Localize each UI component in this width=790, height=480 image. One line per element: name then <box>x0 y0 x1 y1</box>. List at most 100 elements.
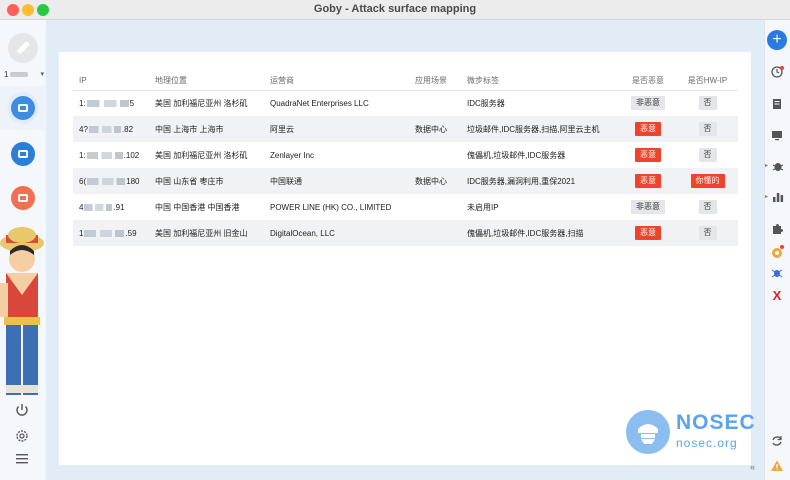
table-row[interactable]: 1.59 美国 加利福尼亚州 旧金山 DigitalOcean, LLC 傀儡机… <box>73 220 738 246</box>
tags-cell: 垃圾邮件,IDC服务器,扫描,阿里云主机 <box>461 116 619 142</box>
isp-cell: Zenlayer Inc <box>270 150 315 160</box>
monitor-icon[interactable] <box>770 128 784 142</box>
table-row[interactable]: 4? .82 中国 上海市 上海市 阿里云 数据中心 垃圾邮件,IDC服务器,扫描… <box>73 116 738 142</box>
ip-head: 1: <box>79 150 86 160</box>
puzzle-icon[interactable] <box>770 222 784 236</box>
hw-badge: 否 <box>698 122 717 136</box>
malicious-badge: 恶意 <box>635 226 661 240</box>
ip-cell: 1: .102 <box>73 142 149 168</box>
avatar[interactable] <box>8 33 38 63</box>
malicious-cell: 恶意 <box>619 116 677 142</box>
tags-cell: IDC服务器 <box>467 98 505 108</box>
table-body: 1: 5 美国 加利福尼亚州 洛杉矶 QuadraNet Enterprises … <box>73 90 738 246</box>
ip-tail: .82 <box>121 124 134 134</box>
hw-cell: 否 <box>677 220 738 246</box>
location-cell: 美国 加利福尼亚州 洛杉矶 <box>155 150 248 160</box>
col-scene: 应用场景 <box>409 72 461 91</box>
malicious-cell: 恶意 <box>619 220 677 246</box>
refresh-icon[interactable] <box>770 434 784 448</box>
isp-cell: POWER LINE (HK) CO., LIMITED <box>270 202 392 212</box>
hw-cell: 否 <box>677 194 738 220</box>
isp-cell: 阿里云 <box>264 116 409 142</box>
malicious-badge: 非恶意 <box>631 200 665 214</box>
scene-cell: 数据中心 <box>409 168 461 194</box>
location-cell: 美国 加利福尼亚州 旧金山 <box>149 220 264 246</box>
location-cell: 中国 上海市 上海市 <box>149 116 264 142</box>
user-prefix: 1 <box>4 69 9 79</box>
ip-head: 1 <box>79 228 84 238</box>
ip-cell: 4? .82 <box>73 116 149 142</box>
chevron-down-icon: ▾ <box>40 71 44 78</box>
ip-cell: 1.59 <box>73 220 149 246</box>
list-icon <box>18 150 28 158</box>
title-bar: Goby - Attack surface mapping <box>0 0 790 20</box>
table-row[interactable]: 4.91 中国 中国香港 中国香港 POWER LINE (HK) CO., L… <box>73 194 738 220</box>
scene-cell: 数据中心 <box>409 116 461 142</box>
expand-arrow-icon[interactable]: ▸ <box>765 162 768 169</box>
hw-cell: 否 <box>677 90 738 116</box>
col-ip: IP <box>73 72 149 91</box>
col-tags: 微步标签 <box>461 72 619 91</box>
scene-cell <box>409 220 461 246</box>
isp-cell: QuadraNet Enterprises LLC <box>270 98 369 108</box>
ip-cell: 4.91 <box>73 194 149 220</box>
col-isp: 运营商 <box>264 72 409 91</box>
hw-badge: 否 <box>698 96 717 111</box>
database-icon <box>18 104 28 112</box>
malicious-badge: 非恶意 <box>631 96 665 111</box>
ip-redacted <box>86 99 129 107</box>
spider-icon[interactable] <box>770 266 784 280</box>
malicious-cell: 非恶意 <box>619 90 677 116</box>
bug-icon[interactable] <box>771 159 785 173</box>
window-title: Goby - Attack surface mapping <box>313 3 477 15</box>
hw-badge: 否 <box>698 200 717 214</box>
scene-cell <box>409 90 461 116</box>
hw-cell: 否 <box>677 142 738 168</box>
collapse-panel-button[interactable]: « <box>750 462 755 472</box>
ip-head: 1: <box>79 98 86 108</box>
location-cell: 美国 加利福尼亚州 洛杉矶 <box>155 98 248 108</box>
bug-icon <box>18 194 28 202</box>
bar-chart-icon[interactable] <box>771 190 785 204</box>
scene-cell <box>409 142 461 168</box>
ip-cell: 6( 180 <box>73 168 149 194</box>
malicious-cell: 恶意 <box>619 168 677 194</box>
power-icon[interactable] <box>14 402 30 418</box>
ip-intel-table: IP 地理位置 运营商 应用场景 微步标签 是否恶意 是否HW-IP 1: 5 美… <box>73 72 738 246</box>
table-header-row: IP 地理位置 运营商 应用场景 微步标签 是否恶意 是否HW-IP <box>73 72 738 91</box>
table-row[interactable]: 6(180 中国 山东省 枣庄市 中国联通 数据中心 IDC服务器,漏洞利用,重… <box>73 168 738 194</box>
menu-icon[interactable] <box>14 452 30 466</box>
nav-assets-button[interactable] <box>11 142 35 166</box>
ip-tail: .59 <box>125 228 137 238</box>
rocket-icon <box>16 41 30 55</box>
ip-head: 4? <box>79 124 88 134</box>
notification-dot <box>780 245 784 249</box>
ip-head: 4 <box>79 202 84 212</box>
user-selector[interactable]: 1 ▾ <box>4 68 44 80</box>
col-location: 地理位置 <box>149 72 264 91</box>
malicious-badge: 恶意 <box>635 122 661 136</box>
table-row[interactable]: 1: .102 美国 加利福尼亚州 洛杉矶 Zenlayer Inc 傀儡机,垃圾… <box>73 142 738 168</box>
hw-badge: 否 <box>698 148 717 162</box>
warning-icon[interactable] <box>770 459 784 473</box>
nav-asset-scan-button[interactable] <box>11 96 35 120</box>
gear-icon[interactable] <box>14 428 30 444</box>
add-task-button[interactable]: + <box>767 30 787 50</box>
watermark-brand: NOSEC <box>676 411 756 434</box>
isp-cell: 中国联通 <box>264 168 409 194</box>
hw-cell: 你懂的 <box>677 168 738 194</box>
hw-badge: 你懂的 <box>690 174 725 188</box>
x-plugin-icon[interactable]: X <box>770 288 784 303</box>
ip-head: 6( <box>79 176 87 186</box>
table-row[interactable]: 1: 5 美国 加利福尼亚州 洛杉矶 QuadraNet Enterprises … <box>73 90 738 116</box>
ip-tail: 180 <box>126 176 140 186</box>
report-icon[interactable] <box>770 97 784 111</box>
nav-vuln-button[interactable] <box>11 186 35 210</box>
notification-dot <box>780 66 784 70</box>
ip-redacted <box>84 203 113 211</box>
tags-cell: 未启用IP <box>467 202 499 212</box>
ip-redacted <box>84 229 125 237</box>
isp-cell: DigitalOcean, LLC <box>264 220 409 246</box>
user-name-redacted <box>10 71 29 77</box>
expand-arrow-icon[interactable]: ▸ <box>765 193 768 200</box>
